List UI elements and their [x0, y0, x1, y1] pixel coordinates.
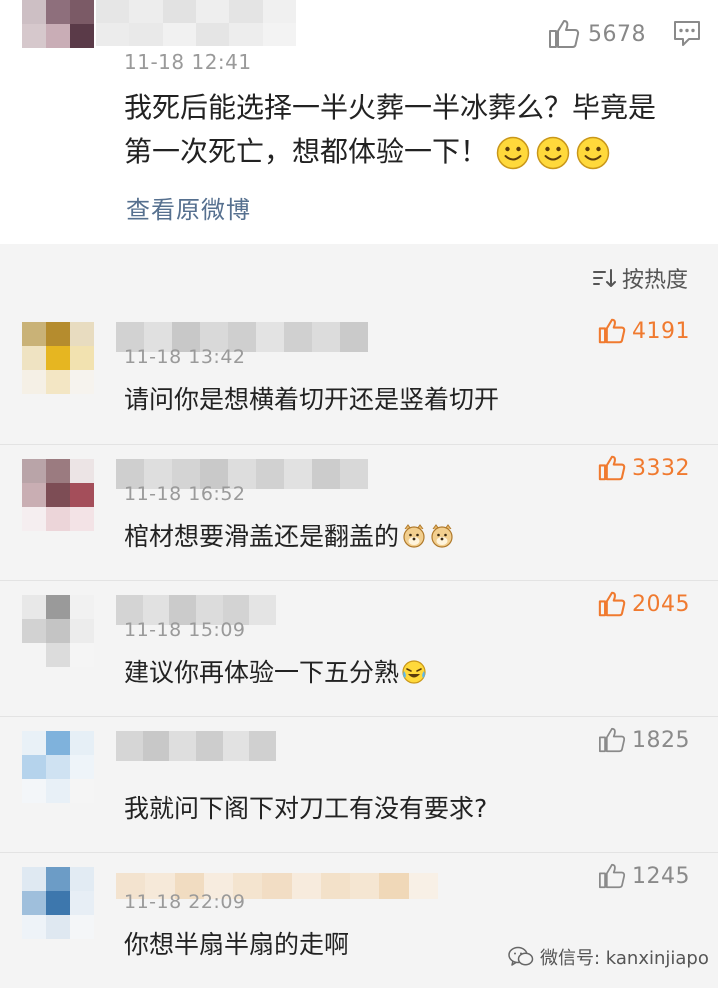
comment-text: 建议你再体验一下五分熟 — [124, 653, 427, 689]
avatar[interactable] — [22, 322, 94, 394]
comment-text-body: 建议你再体验一下五分熟 — [124, 658, 400, 687]
comment-timestamp: 11-18 22:09 — [124, 891, 246, 913]
post-text-line-1: 我死后能选择一半火葬一半冰葬么？毕竟是 — [124, 91, 657, 124]
comment-like-button[interactable]: 3332 — [598, 451, 690, 485]
comment-timestamp: 11-18 15:09 — [124, 619, 246, 641]
comment-like-button[interactable]: 2045 — [598, 587, 690, 621]
sort-by-hotness-button[interactable]: 按热度 — [592, 262, 688, 294]
comment-timestamp: 11-18 13:42 — [124, 346, 246, 368]
comment-timestamp: 11-18 16:52 — [124, 483, 246, 505]
comment-text: 请问你是想横着切开还是竖着切开 — [124, 385, 500, 414]
comment-text: 我就问下阁下对刀工有没有要求? — [124, 794, 488, 823]
avatar[interactable] — [22, 459, 94, 531]
username-blurred[interactable] — [96, 0, 296, 46]
doge-emoji-icon — [431, 524, 453, 548]
comment-item: 4191 11-18 13:42 请问你是想横着切开还是竖着切开 — [0, 308, 718, 444]
original-post: 5678 11-18 12:41 我死后能选择一半火葬一半冰葬么？毕竟是 第一次… — [0, 0, 718, 244]
comment-like-count: 2045 — [632, 591, 690, 617]
avatar[interactable] — [22, 731, 94, 803]
smile-emoji-icon — [536, 136, 570, 170]
comment-like-button[interactable]: 1825 — [598, 723, 690, 757]
comment-item: 2045 11-18 15:09 建议你再体验一下五分熟 — [0, 580, 718, 716]
username-blurred[interactable] — [116, 731, 276, 761]
post-text-line-2: 第一次死亡，想都体验一下！ — [124, 130, 696, 174]
comment-like-count: 4191 — [632, 318, 690, 344]
comment-text: 你想半扇半扇的走啊 — [124, 930, 350, 959]
smile-emoji-icon — [576, 136, 610, 170]
comment-item: 1825 我就问下阁下对刀工有没有要求? — [0, 716, 718, 852]
thumbs-up-icon — [549, 20, 580, 48]
wechat-icon — [508, 946, 534, 966]
thumbs-up-icon — [599, 863, 626, 889]
comment-icon[interactable] — [672, 18, 702, 48]
sort-icon — [593, 269, 616, 287]
post-like-count: 5678 — [588, 21, 646, 47]
post-like-button[interactable]: 5678 — [548, 18, 646, 50]
comment-like-button[interactable]: 4191 — [598, 314, 690, 348]
thumbs-up-icon — [598, 591, 626, 617]
avatar[interactable] — [22, 595, 94, 667]
thumbs-up-icon — [598, 318, 626, 344]
smile-emoji-group — [496, 136, 610, 170]
comment-text: 棺材想要滑盖还是翻盖的 — [124, 517, 455, 553]
wechat-watermark: 微信号: kanxinjiapo — [508, 944, 709, 970]
laugh-cry-emoji-icon — [402, 660, 426, 684]
comment-like-count: 1825 — [632, 727, 690, 753]
post-text-line-2-text: 第一次死亡，想都体验一下！ — [124, 135, 489, 168]
post-text: 我死后能选择一半火葬一半冰葬么？毕竟是 第一次死亡，想都体验一下！ — [124, 86, 696, 174]
avatar[interactable] — [22, 0, 94, 48]
comment-like-button[interactable]: 1245 — [598, 859, 690, 893]
thumbs-up-icon — [598, 455, 626, 481]
comment-text-body: 棺材想要滑盖还是翻盖的 — [124, 522, 400, 551]
comment-like-count: 3332 — [632, 455, 690, 481]
smile-emoji-icon — [496, 136, 530, 170]
watermark-text: 微信号: kanxinjiapo — [540, 948, 709, 969]
sort-label: 按热度 — [622, 268, 689, 293]
comment-like-count: 1245 — [632, 863, 690, 889]
avatar[interactable] — [22, 867, 94, 939]
post-timestamp: 11-18 12:41 — [124, 50, 252, 74]
comment-item: 3332 11-18 16:52 棺材想要滑盖还是翻盖的 — [0, 444, 718, 580]
doge-emoji-icon — [403, 524, 425, 548]
thumbs-up-icon — [599, 727, 626, 753]
view-original-link[interactable]: 查看原微博 — [126, 190, 251, 225]
